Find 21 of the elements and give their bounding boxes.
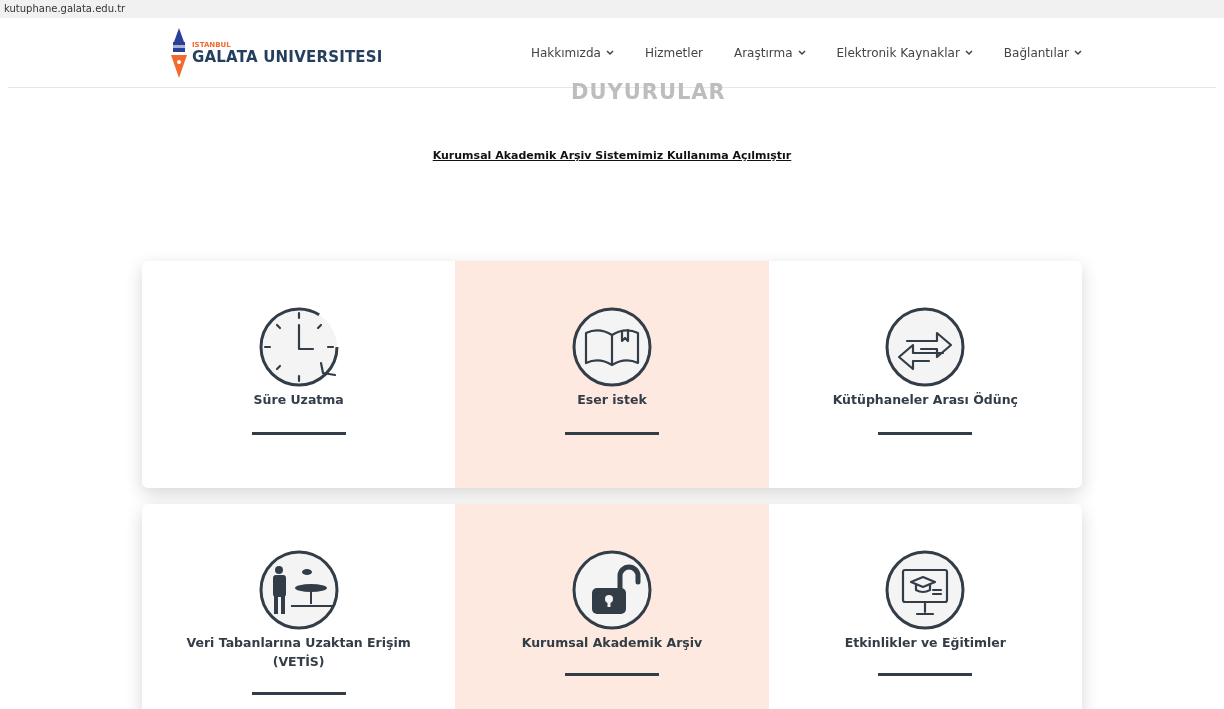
service-link[interactable]: Veri Tabanlarına Uzaktan Erişim (VETİS) xyxy=(178,634,419,672)
nav-link[interactable]: Araştırma xyxy=(733,43,806,62)
section-heading: DUYURULAR xyxy=(571,81,726,103)
service-link[interactable]: Kurumsal Akademik Arşiv xyxy=(521,634,703,653)
service-link[interactable]: Kütüphaneler Arası Ödünç xyxy=(832,391,1018,410)
monitor-icon xyxy=(885,550,966,630)
nav-link[interactable]: Bağlantılar xyxy=(1003,43,1082,62)
padlock-icon xyxy=(572,550,652,630)
nav-link[interactable]: Hakkımızda xyxy=(530,43,614,62)
nav-link[interactable]: Elektronik Kaynaklar xyxy=(836,43,973,62)
service-link[interactable]: Süre Uzatma xyxy=(253,391,344,410)
logo-title: GALATA UNIVERSITESI xyxy=(192,48,383,65)
service-link[interactable]: Eser istek xyxy=(577,391,647,410)
clock-icon xyxy=(258,307,339,387)
arrows-icon xyxy=(885,307,966,387)
book-icon xyxy=(572,307,652,387)
announcement-link[interactable]: Kurumsal Akademik Arşiv Sistemimiz Kullanıma Açılmıştır xyxy=(432,149,792,162)
logo-icon xyxy=(170,27,188,78)
nav-link[interactable]: Hizmetler xyxy=(644,43,703,62)
address-url: kutuphane.galata.edu.tr xyxy=(4,3,126,14)
service-link[interactable]: Etkinlikler ve Eğitimler xyxy=(844,634,1006,653)
